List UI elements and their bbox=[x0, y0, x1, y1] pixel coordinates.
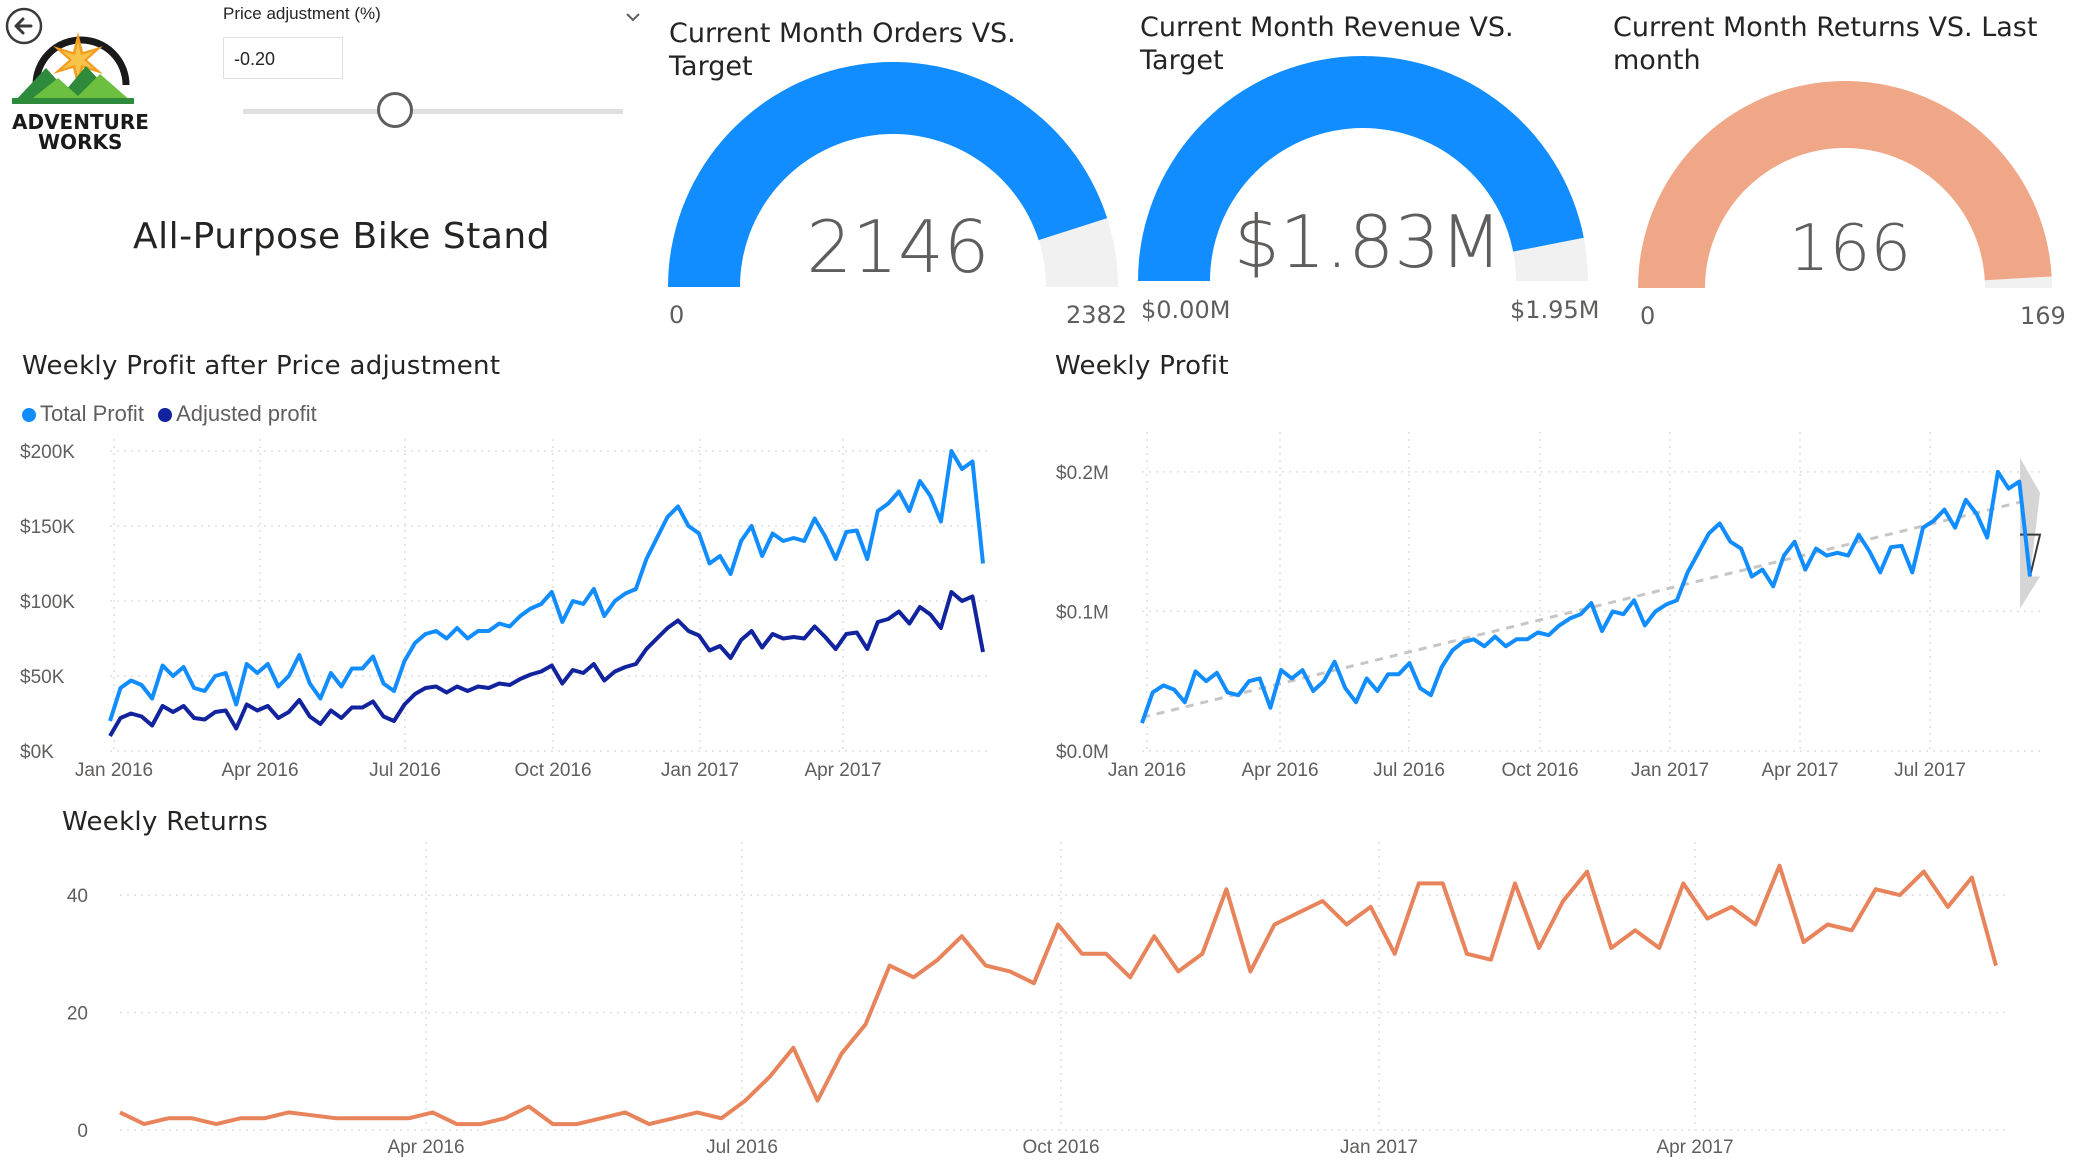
chart-profit-adjusted-title: Weekly Profit after Price adjustment bbox=[22, 351, 501, 381]
legend-item-total-profit[interactable]: Total Profit bbox=[22, 401, 144, 426]
legend-dot-icon bbox=[158, 408, 173, 423]
y-tick-label: 20 bbox=[67, 1004, 88, 1025]
x-tick-label: Apr 2017 bbox=[1761, 760, 1838, 781]
x-tick-label: Oct 2016 bbox=[1022, 1137, 1099, 1158]
y-tick-label: $0K bbox=[20, 742, 54, 763]
x-tick-label: Apr 2016 bbox=[387, 1137, 464, 1158]
series-line bbox=[108, 449, 985, 722]
y-tick-label: $50K bbox=[20, 667, 65, 688]
x-tick-label: Jan 2017 bbox=[661, 760, 739, 781]
x-tick-label: Jul 2016 bbox=[706, 1137, 778, 1158]
gauge-revenue-min: $0.00M bbox=[1141, 296, 1231, 324]
gauge-revenue-max: $1.95M bbox=[1510, 296, 1600, 324]
legend-dot-icon bbox=[22, 408, 36, 423]
company-logo: ADVENTURE WORKS bbox=[8, 10, 149, 154]
y-tick-label: $0.0M bbox=[1056, 742, 1109, 763]
gauge-returns-min: 0 bbox=[1640, 302, 1656, 330]
product-title: All-Purpose Bike Stand bbox=[133, 216, 551, 257]
logo-emblem-icon bbox=[12, 32, 134, 104]
gauge-orders-value: 2146 bbox=[806, 205, 990, 289]
y-tick-label: 40 bbox=[67, 886, 88, 907]
x-tick-label: Apr 2017 bbox=[1656, 1137, 1733, 1158]
y-tick-label: $0.1M bbox=[1056, 602, 1109, 623]
price-adjustment-label: Price adjustment (%) bbox=[223, 4, 381, 23]
legend-item-adjusted-profit[interactable]: Adjusted profit bbox=[158, 401, 317, 426]
chart-weekly-returns: 0 20 40 Apr 2016 Jul 2016 Oct 2016 Jan 2017 Apr… bbox=[67, 842, 2010, 1158]
price-adjustment-slider[interactable] bbox=[243, 90, 623, 134]
chart-weekly-profit: $0.0M $0.1M $0.2M Jan 2016 Apr 2016 Jul 2016 O… bbox=[1056, 430, 2042, 781]
chart-profit-adjusted-legend: Total Profit Adjusted profit bbox=[22, 401, 317, 427]
x-tick-label: Jul 2016 bbox=[1373, 760, 1445, 781]
x-tick-label: Jan 2017 bbox=[1340, 1137, 1418, 1158]
y-tick-label: $100K bbox=[20, 592, 75, 613]
x-tick-label: Jul 2016 bbox=[369, 760, 441, 781]
x-tick-label: Oct 2016 bbox=[514, 760, 591, 781]
series-line bbox=[108, 590, 985, 738]
logo-text-line2: WORKS bbox=[38, 130, 123, 154]
slider-track bbox=[243, 109, 623, 114]
series-line bbox=[1140, 469, 2032, 724]
x-tick-label: Apr 2016 bbox=[221, 760, 298, 781]
chart-profit-adjusted: $0K $50K $100K $150K $200K Jan 2016 Apr 2016 Ju… bbox=[20, 439, 990, 781]
x-tick-label: Apr 2017 bbox=[804, 760, 881, 781]
slicer-dropdown-button[interactable] bbox=[622, 6, 644, 28]
gauge-orders-max: 2382 bbox=[1066, 301, 1128, 329]
series-line bbox=[119, 863, 1998, 1127]
y-tick-label: $200K bbox=[20, 442, 75, 463]
y-tick-label: 0 bbox=[77, 1121, 88, 1142]
chevron-down-icon bbox=[626, 13, 640, 22]
slider-handle[interactable] bbox=[377, 92, 413, 128]
gauge-revenue-value: $1.83M bbox=[1233, 200, 1503, 284]
chart-weekly-profit-title: Weekly Profit bbox=[1055, 351, 1229, 381]
x-tick-label: Oct 2016 bbox=[1501, 760, 1578, 781]
legend-label-total-profit: Total Profit bbox=[40, 401, 144, 426]
x-tick-label: Jan 2016 bbox=[1108, 760, 1186, 781]
gauge-orders-min: 0 bbox=[669, 301, 685, 329]
gauge-returns-value: 166 bbox=[1788, 212, 1912, 286]
price-adjustment-input[interactable]: -0.20 bbox=[223, 37, 343, 79]
forecast-band bbox=[2020, 457, 2040, 609]
y-tick-label: $150K bbox=[20, 517, 75, 538]
x-tick-label: Apr 2016 bbox=[1241, 760, 1318, 781]
x-tick-label: Jul 2017 bbox=[1894, 760, 1966, 781]
y-tick-label: $0.2M bbox=[1056, 463, 1109, 484]
legend-label-adjusted-profit: Adjusted profit bbox=[176, 401, 317, 426]
x-tick-label: Jan 2016 bbox=[75, 760, 153, 781]
chart-weekly-returns-title: Weekly Returns bbox=[62, 807, 269, 837]
gauge-returns-max: 169 bbox=[2020, 302, 2066, 330]
x-tick-label: Jan 2017 bbox=[1631, 760, 1709, 781]
